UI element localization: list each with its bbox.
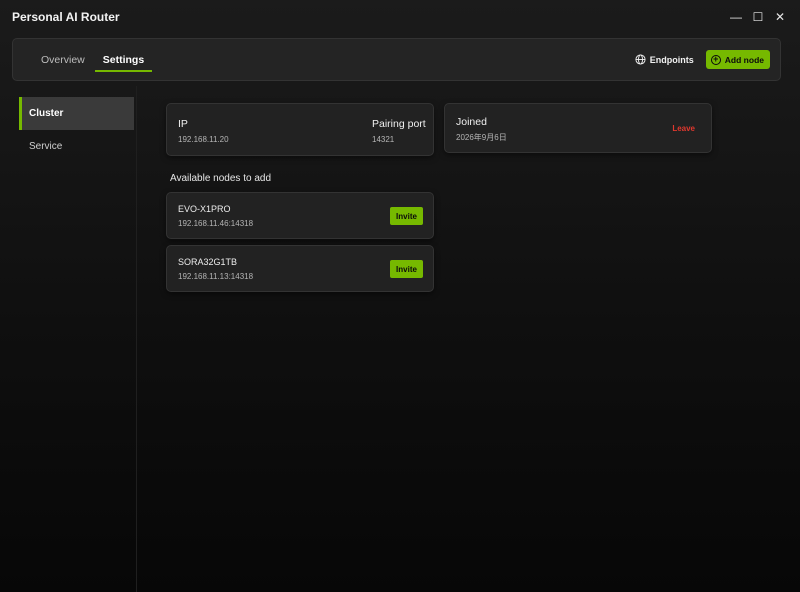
sidebar-item-service[interactable]: Service [19,130,134,163]
node-address: 192.168.11.46:14318 [178,219,254,228]
endpoints-label: Endpoints [649,54,694,65]
title-bar: Personal AI Router — ☐ ✕ [0,0,800,34]
available-nodes-title: Available nodes to add [170,173,272,184]
node-card: SORA32G1TB 192.168.11.13:14318 Invite [166,245,434,292]
node-name: SORA32G1TB [178,257,238,267]
node-address: 192.168.11.13:14318 [178,272,254,281]
add-node-label: Add node [724,54,764,65]
globe-icon [635,54,646,65]
endpoints-button[interactable]: Endpoints [635,54,694,65]
app-title: Personal AI Router [12,10,120,24]
close-icon[interactable]: ✕ [772,9,788,25]
node-name: EVO-X1PRO [178,204,231,214]
tab-settings[interactable]: Settings [94,39,153,80]
sidebar-item-cluster[interactable]: Cluster [19,97,134,130]
ip-label: IP [178,118,188,130]
top-nav-bar: Overview Settings Endpoints + Add node [12,38,781,81]
joined-card: Joined 2026年9月6日 Leave [444,103,712,153]
joined-label: Joined [456,116,487,128]
sidebar: Cluster Service [0,86,137,592]
tab-list: Overview Settings [33,39,154,80]
top-actions: Endpoints + Add node [635,50,770,69]
tab-overview[interactable]: Overview [33,39,93,80]
ip-value: 192.168.11.20 [178,135,229,144]
minimize-icon[interactable]: — [728,9,744,25]
invite-button[interactable]: Invite [390,260,423,278]
node-card: EVO-X1PRO 192.168.11.46:14318 Invite [166,192,434,239]
maximize-icon[interactable]: ☐ [750,9,766,25]
plus-circle-icon: + [710,54,721,65]
leave-button[interactable]: Leave [672,124,695,133]
invite-button[interactable]: Invite [390,207,423,225]
pairing-port-label: Pairing port [372,118,426,130]
window-controls: — ☐ ✕ [728,9,788,25]
network-info-card: IP 192.168.11.20 Pairing port 14321 [166,103,434,156]
add-node-button[interactable]: + Add node [705,50,770,69]
pairing-port-value: 14321 [372,135,395,144]
joined-date: 2026年9月6日 [456,133,507,142]
